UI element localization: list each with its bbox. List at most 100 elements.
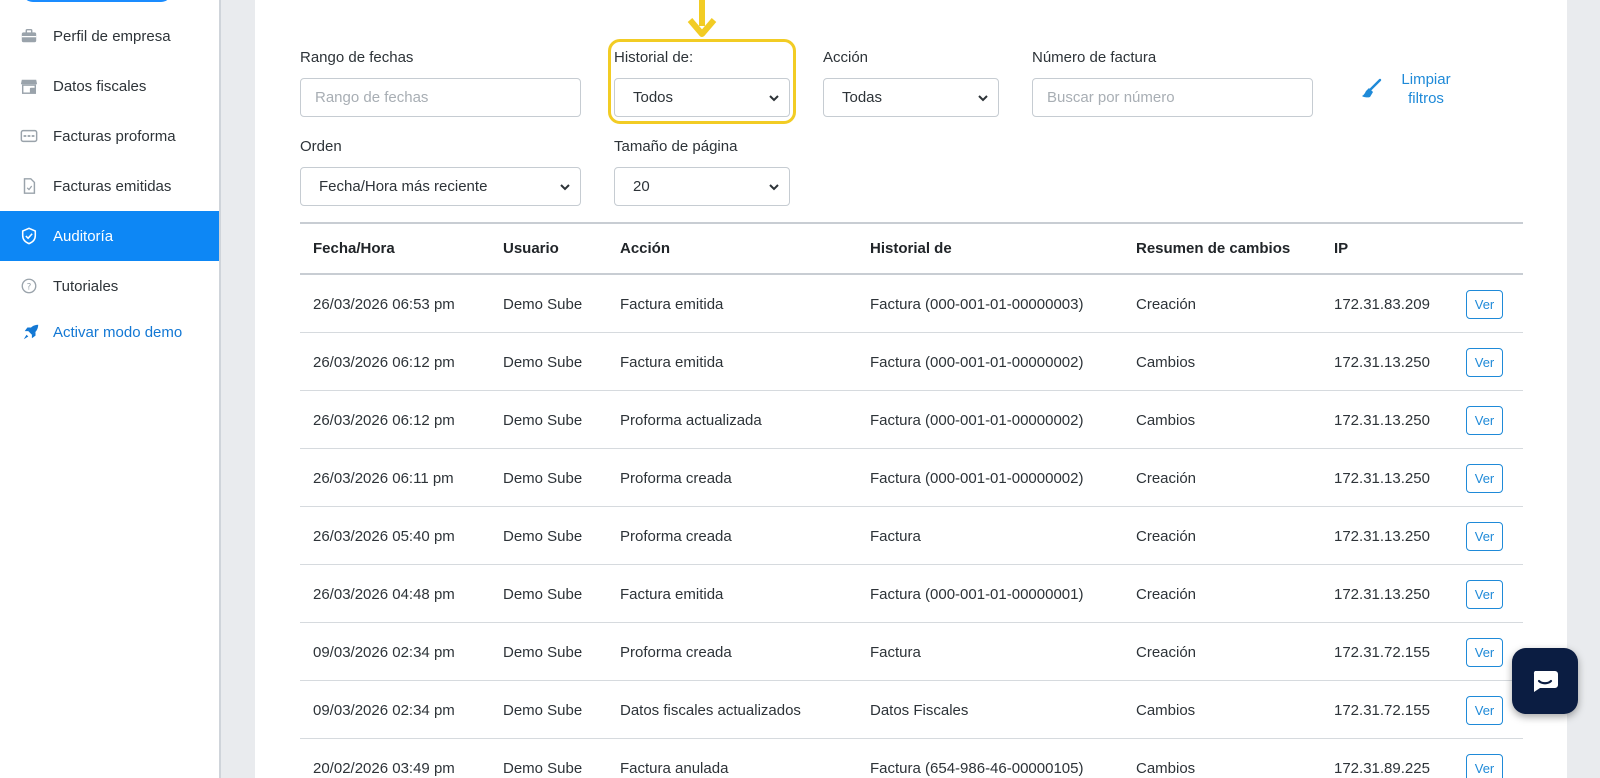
cell-user: Demo Sube xyxy=(503,644,583,661)
cell-summary: Cambios xyxy=(1136,354,1196,371)
cell-history: Factura (000-001-01-00000002) xyxy=(870,470,1084,487)
cell-action: Factura emitida xyxy=(620,296,724,313)
cell-history: Factura (000-001-01-00000002) xyxy=(870,354,1084,371)
cell-datetime: 26/03/2026 05:40 pm xyxy=(313,528,455,545)
document-icon xyxy=(0,177,53,195)
sidebar-item-perfil-empresa[interactable]: Perfil de empresa xyxy=(0,11,219,61)
shield-check-icon xyxy=(0,227,53,245)
view-button[interactable]: Ver xyxy=(1466,696,1503,725)
briefcase-icon xyxy=(0,27,53,45)
sidebar-item-auditoria[interactable]: Auditoría xyxy=(0,211,219,261)
view-button[interactable]: Ver xyxy=(1466,638,1503,667)
sidebar-top-button[interactable] xyxy=(22,0,172,2)
cell-action: Proforma creada xyxy=(620,644,732,661)
action-select[interactable]: Todas xyxy=(823,78,999,117)
cell-user: Demo Sube xyxy=(503,470,583,487)
cell-action: Datos fiscales actualizados xyxy=(620,702,801,719)
column-header: Historial de xyxy=(870,240,952,257)
page-size-select[interactable]: 20 xyxy=(614,167,790,206)
sidebar-item-label: Auditoría xyxy=(53,227,114,245)
sidebar-item-label: Facturas emitidas xyxy=(53,177,172,195)
cell-summary: Creación xyxy=(1136,586,1197,603)
table-row: 26/03/2026 06:12 pm Demo Sube Proforma a… xyxy=(300,391,1523,449)
cell-summary: Creación xyxy=(1136,528,1197,545)
cell-action: Factura emitida xyxy=(620,586,724,603)
cell-user: Demo Sube xyxy=(503,412,583,429)
sidebar-item-facturas-proforma[interactable]: Facturas proforma xyxy=(0,111,219,161)
order-select-value: Fecha/Hora más reciente xyxy=(319,178,488,195)
cell-ip: 172.31.13.250 xyxy=(1334,470,1430,487)
sidebar-item-label: Activar modo demo xyxy=(53,323,183,341)
chevron-down-icon xyxy=(560,184,570,191)
table-row: 26/03/2026 04:48 pm Demo Sube Factura em… xyxy=(300,565,1523,623)
view-button[interactable]: Ver xyxy=(1466,754,1503,778)
cell-summary: Cambios xyxy=(1136,702,1196,719)
view-button[interactable]: Ver xyxy=(1466,522,1503,551)
cell-summary: Cambios xyxy=(1136,760,1196,777)
cell-user: Demo Sube xyxy=(503,354,583,371)
sidebar-item-label: Facturas proforma xyxy=(53,127,176,145)
cell-action: Proforma creada xyxy=(620,528,732,545)
table-row: 26/03/2026 06:12 pm Demo Sube Factura em… xyxy=(300,333,1523,391)
store-icon xyxy=(0,77,53,95)
column-header: IP xyxy=(1334,240,1349,257)
audit-table: Fecha/Hora Usuario Acción Historial de R… xyxy=(300,222,1523,778)
cell-history: Factura xyxy=(870,528,921,545)
cell-user: Demo Sube xyxy=(503,760,583,777)
cell-action: Factura emitida xyxy=(620,354,724,371)
sidebar-item-label: Perfil de empresa xyxy=(53,27,171,45)
view-button[interactable]: Ver xyxy=(1466,406,1503,435)
sidebar-item-facturas-emitidas[interactable]: Facturas emitidas xyxy=(0,161,219,211)
sidebar-item-label: Tutoriales xyxy=(53,277,119,295)
cell-ip: 172.31.13.250 xyxy=(1334,412,1430,429)
cell-history: Factura (000-001-01-00000003) xyxy=(870,296,1084,313)
cell-user: Demo Sube xyxy=(503,296,583,313)
sidebar-item-datos-fiscales[interactable]: Datos fiscales xyxy=(0,61,219,111)
page-size-select-value: 20 xyxy=(633,178,650,195)
cell-datetime: 26/03/2026 06:11 pm xyxy=(313,470,454,487)
cell-datetime: 26/03/2026 06:53 pm xyxy=(313,296,455,313)
cell-ip: 172.31.89.225 xyxy=(1334,760,1430,777)
cell-ip: 172.31.72.155 xyxy=(1334,702,1430,719)
date-range-label: Rango de fechas xyxy=(300,49,414,66)
cell-summary: Creación xyxy=(1136,644,1197,661)
table-row: 20/02/2026 03:49 pm Demo Sube Factura an… xyxy=(300,739,1523,778)
cell-action: Factura anulada xyxy=(620,760,729,777)
view-button[interactable]: Ver xyxy=(1466,348,1503,377)
page-size-label: Tamaño de página xyxy=(614,138,738,155)
action-label: Acción xyxy=(823,49,869,66)
cell-datetime: 26/03/2026 04:48 pm xyxy=(313,586,455,603)
table-row: 26/03/2026 06:11 pm Demo Sube Proforma c… xyxy=(300,449,1523,507)
cell-datetime: 26/03/2026 06:12 pm xyxy=(313,412,455,429)
help-circle-icon: ? xyxy=(0,277,53,295)
arrow-down-icon xyxy=(687,0,717,37)
view-button[interactable]: Ver xyxy=(1466,290,1503,319)
table-header: Fecha/Hora Usuario Acción Historial de R… xyxy=(300,222,1523,275)
date-range-input[interactable] xyxy=(300,78,581,117)
view-button[interactable]: Ver xyxy=(1466,464,1503,493)
invoice-number-label: Número de factura xyxy=(1032,49,1157,66)
cell-history: Datos Fiscales xyxy=(870,702,969,719)
column-header: Acción xyxy=(620,240,671,257)
chat-button[interactable] xyxy=(1512,648,1578,714)
cell-user: Demo Sube xyxy=(503,586,583,603)
sidebar-item-tutoriales[interactable]: ? Tutoriales xyxy=(0,261,219,311)
chat-icon xyxy=(1533,671,1558,692)
cell-action: Proforma actualizada xyxy=(620,412,762,429)
table-row: 26/03/2026 05:40 pm Demo Sube Proforma c… xyxy=(300,507,1523,565)
cell-ip: 172.31.13.250 xyxy=(1334,586,1430,603)
order-label: Orden xyxy=(300,138,342,155)
cell-history: Factura (000-001-01-00000001) xyxy=(870,586,1084,603)
view-button[interactable]: Ver xyxy=(1466,580,1503,609)
cell-user: Demo Sube xyxy=(503,528,583,545)
cell-datetime: 20/02/2026 03:49 pm xyxy=(313,760,455,777)
column-header: Resumen de cambios xyxy=(1136,240,1291,257)
cell-user: Demo Sube xyxy=(503,702,583,719)
chevron-down-icon xyxy=(978,95,988,102)
invoice-number-input[interactable] xyxy=(1032,78,1313,117)
cell-ip: 172.31.72.155 xyxy=(1334,644,1430,661)
cell-datetime: 09/03/2026 02:34 pm xyxy=(313,702,455,719)
clear-filters-button[interactable]: Limpiar filtros xyxy=(1360,70,1480,110)
order-select[interactable]: Fecha/Hora más reciente xyxy=(300,167,581,206)
sidebar-item-activar-demo[interactable]: Activar modo demo xyxy=(0,307,219,357)
